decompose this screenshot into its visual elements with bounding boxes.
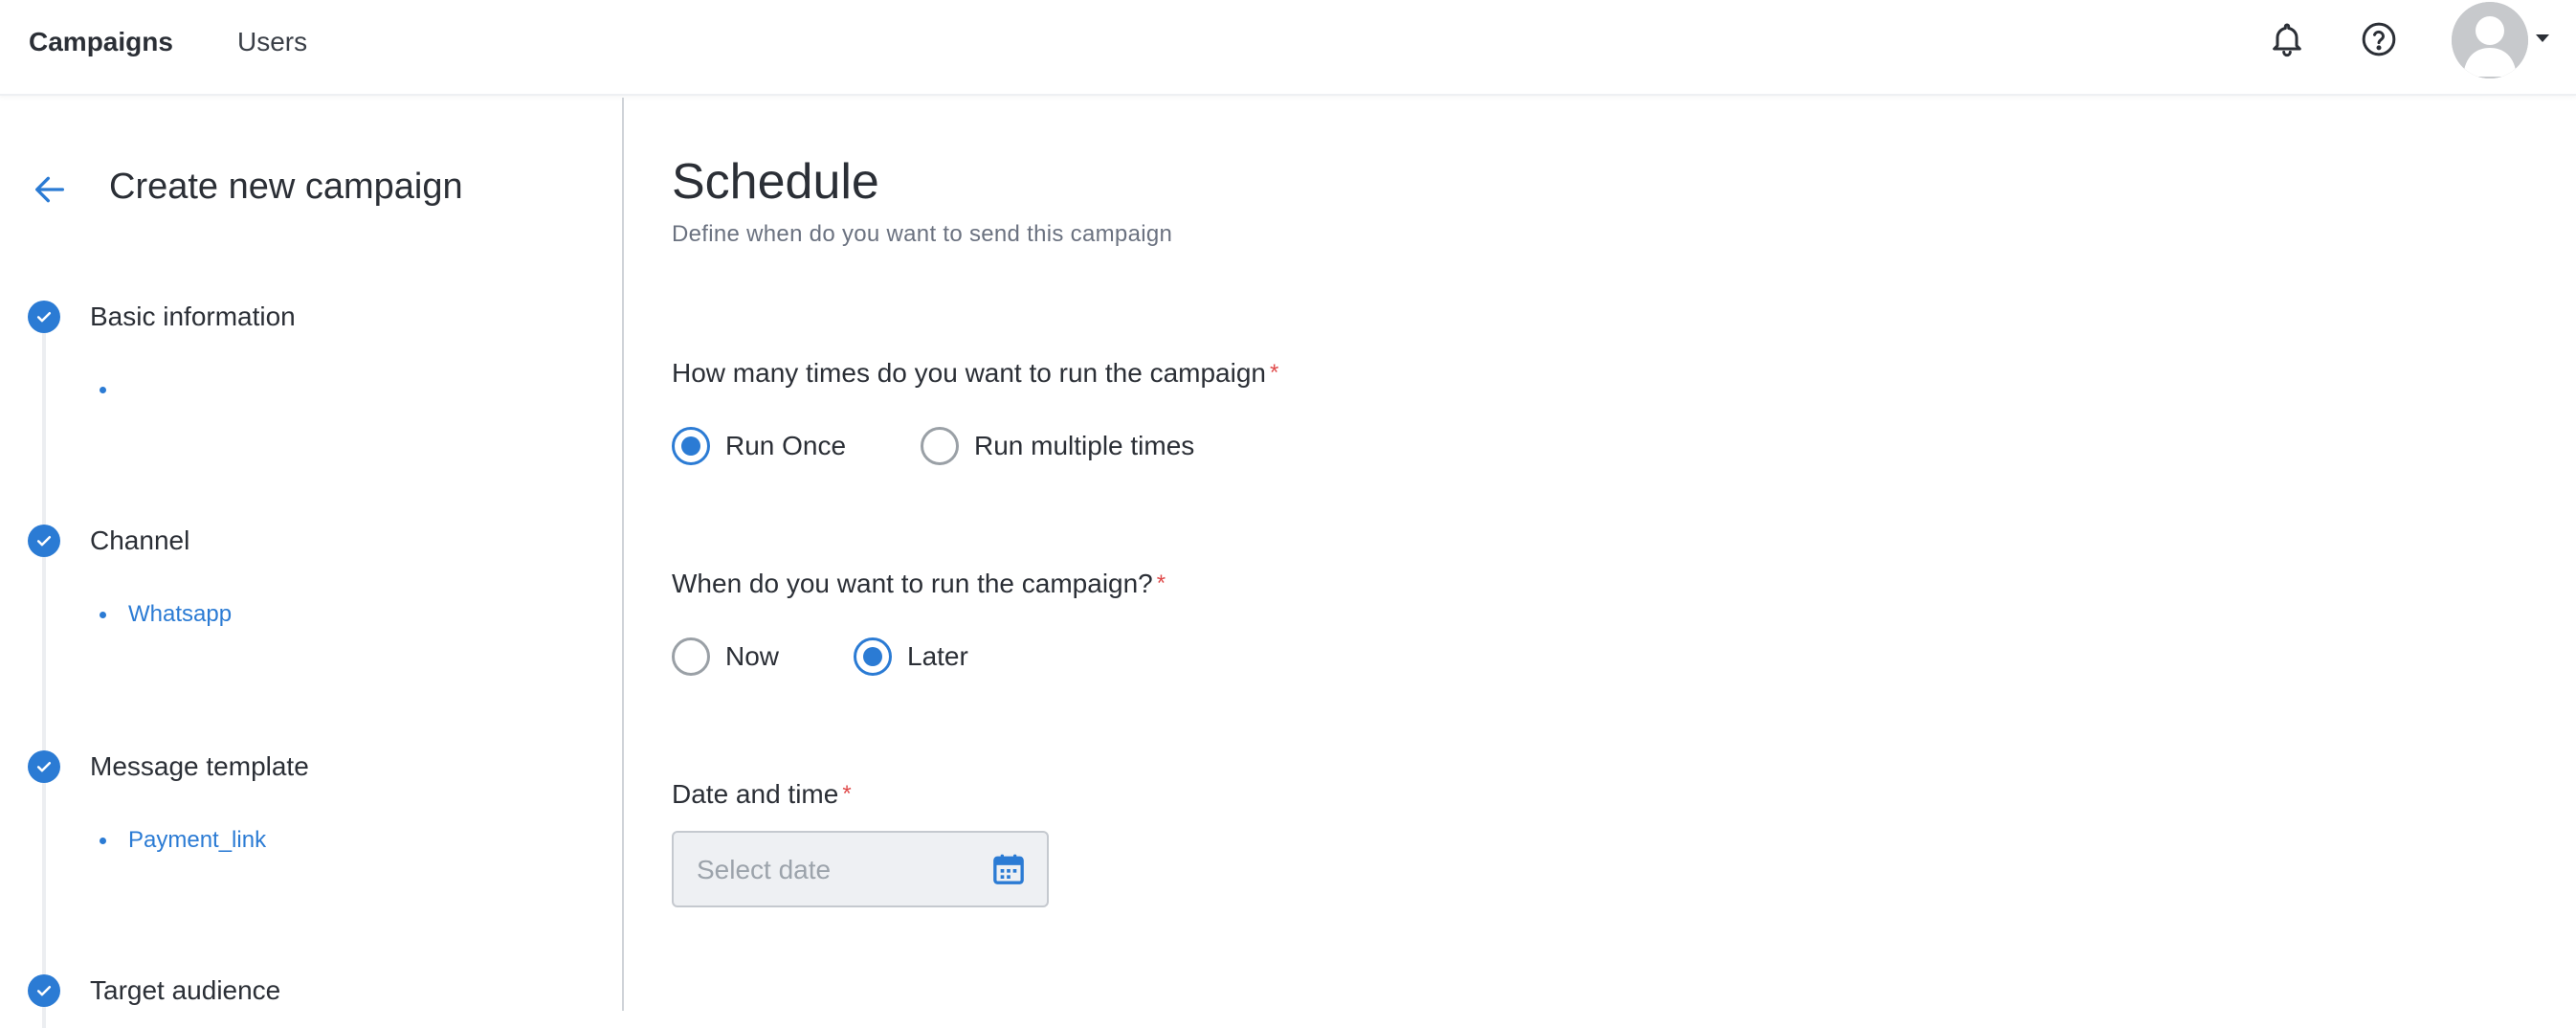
chevron-down-icon[interactable] [2536, 34, 2549, 42]
run-count-question-text: How many times do you want to run the ca… [672, 358, 1266, 388]
run-when-question: When do you want to run the campaign? * [672, 567, 1166, 601]
step-channel-value[interactable]: Whatsapp [128, 600, 232, 629]
nav-campaigns[interactable]: Campaigns [29, 25, 173, 59]
radio-unchecked-icon [672, 637, 710, 676]
datetime-label-text: Date and time [672, 779, 839, 809]
required-mark: * [842, 781, 852, 807]
step-message-template[interactable]: Message template [90, 750, 309, 783]
radio-run-once[interactable]: Run Once [672, 427, 846, 465]
check-circle-icon [28, 301, 60, 333]
datetime-label: Date and time * [672, 777, 852, 812]
radio-run-multiple[interactable]: Run multiple times [921, 427, 1194, 465]
radio-later-label: Later [907, 641, 968, 671]
step-channel[interactable]: Channel [90, 525, 189, 557]
date-placeholder: Select date [697, 855, 832, 884]
run-when-question-text: When do you want to run the campaign? [672, 569, 1153, 598]
run-count-question: How many times do you want to run the ca… [672, 356, 1278, 391]
step-sub-bullet [100, 612, 106, 618]
bell-icon[interactable] [2265, 17, 2309, 61]
step-sub-bullet [100, 387, 106, 393]
step-basic-information[interactable]: Basic information [90, 301, 296, 333]
campaign-steps-sidebar: Create new campaign Basic information Ch… [0, 98, 624, 1028]
calendar-icon[interactable] [989, 850, 1028, 888]
radio-now-label: Now [725, 641, 780, 671]
radio-now[interactable]: Now [672, 637, 779, 676]
date-picker-input[interactable]: Select date [672, 831, 1049, 907]
radio-later[interactable]: Later [854, 637, 968, 676]
radio-run-once-label: Run Once [725, 431, 847, 460]
section-title: Schedule [672, 154, 879, 210]
avatar[interactable] [2452, 2, 2528, 78]
radio-checked-icon [854, 637, 892, 676]
top-navbar: Campaigns Users [0, 0, 2576, 96]
radio-checked-icon [672, 427, 710, 465]
section-subtitle: Define when do you want to send this cam… [672, 221, 1173, 247]
required-mark: * [1269, 360, 1279, 386]
nav-users[interactable]: Users [237, 25, 307, 59]
step-template-value[interactable]: Payment_link [128, 826, 266, 855]
required-mark: * [1156, 570, 1166, 596]
arrow-left-icon[interactable] [31, 170, 69, 209]
radio-unchecked-icon [921, 427, 959, 465]
check-circle-icon [28, 525, 60, 557]
page-title: Create new campaign [109, 167, 463, 207]
radio-run-multiple-label: Run multiple times [974, 431, 1195, 460]
stepper-line [42, 320, 46, 1028]
step-target-audience[interactable]: Target audience [90, 974, 280, 1007]
check-circle-icon [28, 750, 60, 783]
help-icon[interactable] [2357, 17, 2401, 61]
check-circle-icon [28, 974, 60, 1007]
step-sub-bullet [100, 838, 106, 844]
